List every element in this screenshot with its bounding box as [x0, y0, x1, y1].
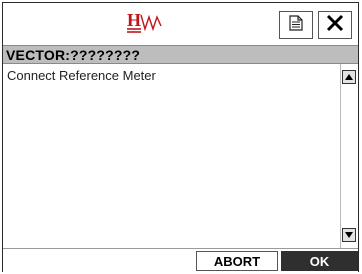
document-icon	[289, 14, 303, 36]
document-button[interactable]	[279, 11, 313, 39]
title-bar: VECTOR:????????	[3, 45, 358, 64]
arrow-up-icon	[344, 68, 354, 86]
scroll-up-button[interactable]	[342, 70, 356, 84]
vertical-scrollbar[interactable]	[340, 64, 358, 248]
ok-button[interactable]: OK	[281, 251, 358, 271]
header-bar: H	[3, 3, 358, 45]
abort-button[interactable]: ABORT	[196, 251, 278, 271]
dialog-window: H VECTOR:???????? Connect Reference Mete…	[2, 2, 359, 272]
close-icon	[326, 14, 344, 37]
page-title: VECTOR:????????	[6, 47, 141, 63]
content-area: Connect Reference Meter	[3, 64, 340, 248]
brand-logo: H	[119, 9, 183, 43]
scroll-down-button[interactable]	[342, 228, 356, 242]
svg-text:H: H	[127, 10, 141, 30]
footer-bar: ABORT OK	[3, 248, 358, 272]
instruction-message: Connect Reference Meter	[7, 68, 156, 83]
arrow-down-icon	[344, 226, 354, 244]
screen: H VECTOR:???????? Connect Reference Mete…	[0, 0, 362, 274]
close-button[interactable]	[318, 11, 352, 39]
